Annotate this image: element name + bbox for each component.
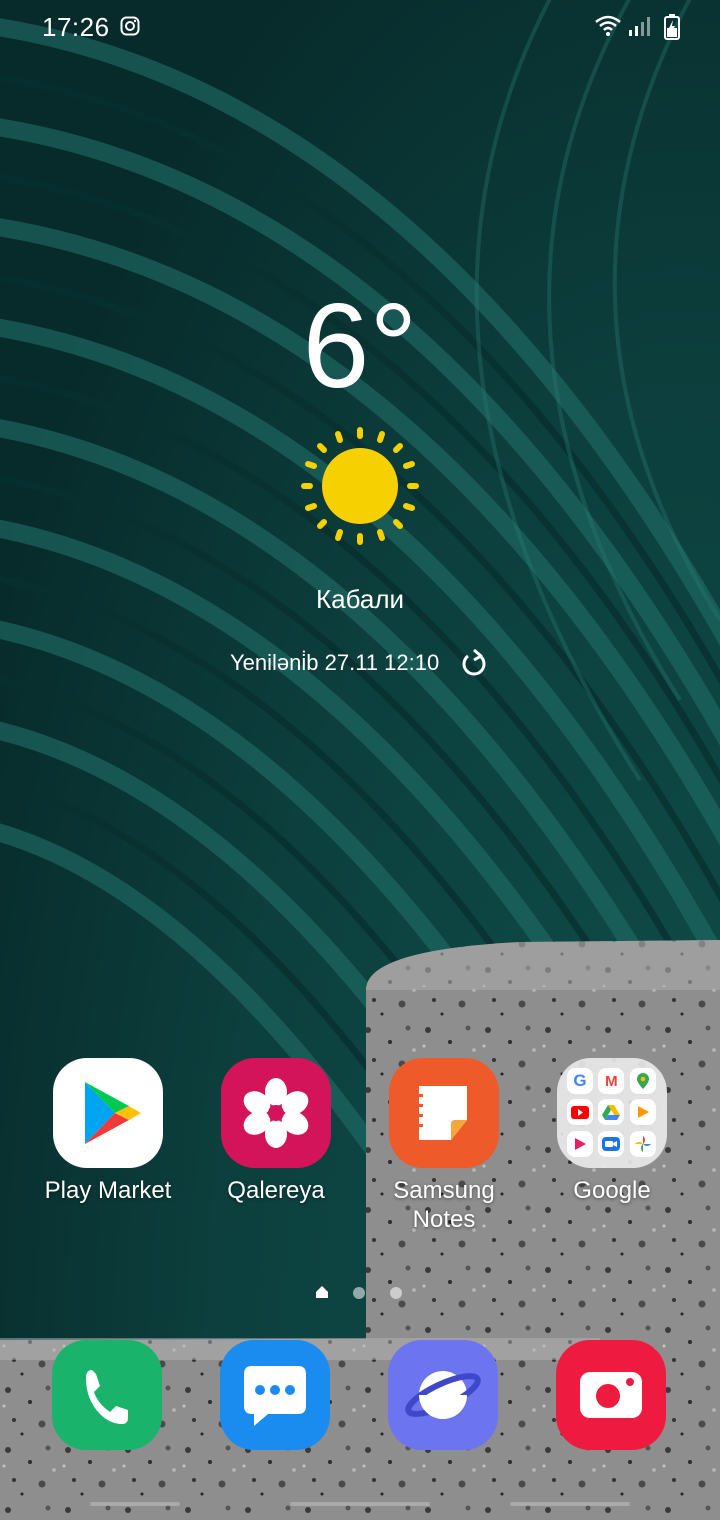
weather-temperature[interactable]: 6° bbox=[0, 276, 720, 416]
play-music-mini-icon bbox=[567, 1130, 593, 1157]
gallery-flower-icon bbox=[221, 1058, 331, 1168]
notes-icon bbox=[389, 1058, 499, 1168]
duo-mini-icon bbox=[598, 1130, 625, 1157]
photos-mini-icon bbox=[629, 1130, 656, 1157]
play-movies-mini-icon bbox=[629, 1099, 656, 1126]
home-page-icon bbox=[316, 1286, 328, 1298]
page-dot bbox=[353, 1287, 365, 1299]
sunny-weather-icon bbox=[301, 427, 419, 545]
camera-app-icon[interactable] bbox=[556, 1340, 666, 1450]
app-label: Qalereya bbox=[227, 1177, 325, 1204]
google-folder-icon: G M bbox=[557, 1058, 667, 1168]
google-search-mini-icon: G bbox=[567, 1068, 593, 1094]
internet-browser-icon[interactable] bbox=[388, 1340, 498, 1450]
page-dot bbox=[390, 1287, 402, 1299]
refresh-icon[interactable] bbox=[460, 648, 488, 678]
status-time: 17:26 bbox=[42, 12, 110, 42]
app-gallery[interactable]: Qalereya bbox=[192, 1058, 360, 1205]
battery-charging-icon bbox=[664, 14, 680, 40]
navigation-gesture-hint bbox=[90, 1502, 630, 1506]
app-play-market[interactable]: Play Market bbox=[24, 1058, 192, 1205]
app-samsung-notes[interactable]: Samsung Notes bbox=[360, 1058, 528, 1234]
play-store-icon bbox=[53, 1058, 163, 1168]
weather-city[interactable]: Кабали bbox=[0, 584, 720, 615]
maps-mini-icon bbox=[629, 1068, 656, 1094]
app-label: Google bbox=[573, 1177, 651, 1204]
gmail-mini-icon: M bbox=[598, 1068, 625, 1094]
status-bar: 17:26 bbox=[0, 0, 720, 56]
youtube-mini-icon bbox=[567, 1099, 593, 1126]
phone-app-icon[interactable] bbox=[52, 1340, 162, 1450]
drive-mini-icon bbox=[598, 1099, 625, 1126]
app-label: Samsung Notes bbox=[393, 1177, 495, 1233]
instagram-notification-icon bbox=[120, 16, 140, 36]
page-indicator[interactable] bbox=[310, 1283, 410, 1303]
app-label: Play Market bbox=[44, 1177, 172, 1204]
signal-icon bbox=[629, 17, 650, 36]
app-folder-google[interactable]: G M Google bbox=[528, 1058, 696, 1205]
weather-updated-text: Yeniləni̇b 27.11 12:10 bbox=[230, 650, 440, 675]
messages-app-icon[interactable] bbox=[220, 1340, 330, 1450]
wifi-icon bbox=[595, 15, 621, 36]
